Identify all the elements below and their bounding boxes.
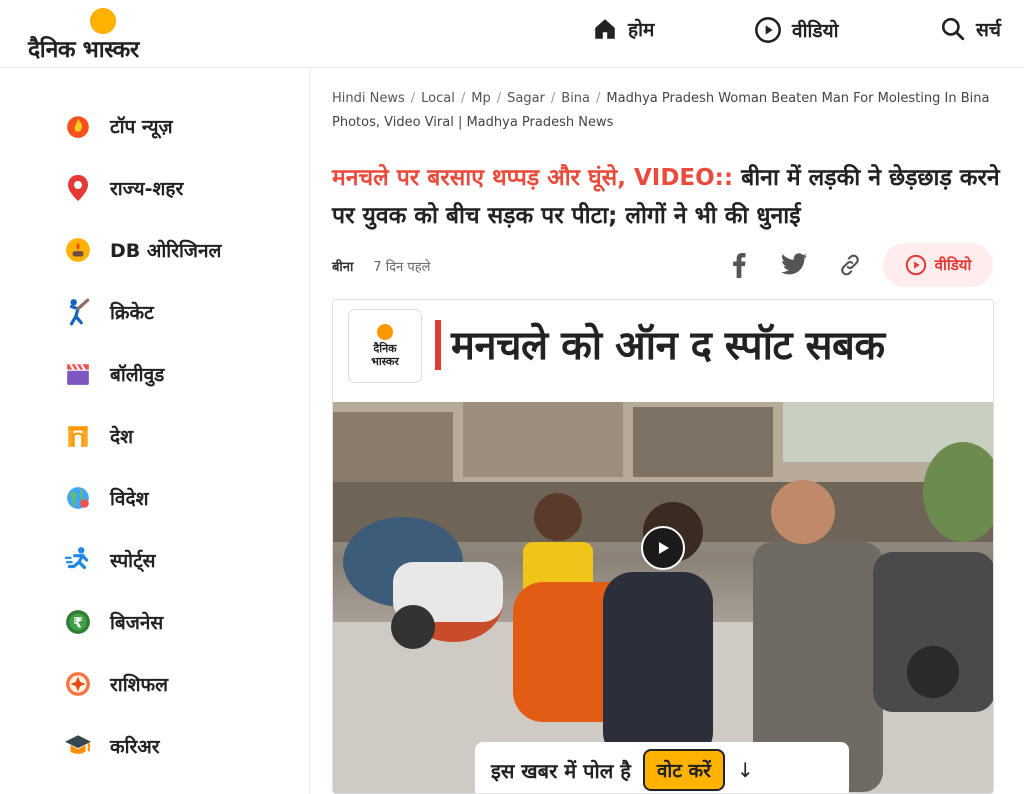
nav-search[interactable]: सर्च: [940, 16, 1001, 42]
sidebar-item-label: DB ओरिजिनल: [110, 240, 222, 262]
sidebar-item-label: राज्य-शहर: [110, 178, 184, 200]
sidebar-item-db-original[interactable]: DB ओरिजिनल: [64, 230, 221, 270]
banner-accent-bar: [435, 320, 441, 370]
cricket-icon: [64, 298, 92, 326]
poll-prompt: इस खबर में पोल है वोट करें ↓: [475, 742, 849, 793]
twitter-icon: [781, 253, 807, 275]
search-icon: [941, 17, 965, 41]
graduation-cap-icon: [64, 732, 92, 760]
street-scene-image: [333, 402, 993, 793]
video-logo-text-2: भास्कर: [371, 355, 399, 368]
breadcrumb-link-hindi-news[interactable]: Hindi News: [332, 91, 405, 106]
india-gate-icon: [64, 422, 92, 450]
article-location: बीना: [332, 260, 354, 275]
sidebar-item-top-news[interactable]: टॉप न्यूज़: [64, 106, 173, 146]
headline-highlight: मनचले पर बरसाए थप्पड़ और घूंसे, VIDEO::: [332, 165, 734, 191]
link-icon: [841, 254, 859, 276]
video-thumbnail[interactable]: इस खबर में पोल है वोट करें ↓: [333, 402, 993, 793]
breadcrumb-link-local[interactable]: Local: [421, 91, 455, 106]
article-time: 7 दिन पहले: [373, 260, 431, 275]
play-icon: [659, 542, 669, 554]
nav-home-label: होम: [628, 19, 655, 41]
sidebar-item-horoscope[interactable]: राशिफल: [64, 664, 168, 704]
sidebar-item-label: राशिफल: [110, 674, 169, 696]
sidebar-item-label: क्रिकेट: [110, 302, 154, 324]
facebook-share-button[interactable]: [729, 252, 749, 278]
nav-video[interactable]: वीडियो: [754, 16, 839, 44]
logo-text: दैनिक भास्कर: [28, 37, 139, 63]
diya-icon: [64, 236, 92, 264]
sidebar-item-label: विदेश: [110, 488, 149, 510]
sidebar-item-label: बिजनेस: [110, 612, 164, 634]
arrow-down-icon: ↓: [736, 758, 754, 782]
twitter-share-button[interactable]: [781, 252, 807, 276]
sidebar-item-country[interactable]: देश: [64, 416, 133, 456]
dainik-bhaskar-logo[interactable]: दैनिक भास्कर: [26, 6, 186, 63]
top-header: दैनिक भास्कर होम वीडियो सर्च: [0, 0, 1024, 68]
breadcrumb-link-bina[interactable]: Bina: [561, 91, 590, 106]
svg-text:₹: ₹: [73, 615, 83, 631]
sidebar-item-label: देश: [110, 426, 134, 448]
breadcrumb-link-sagar[interactable]: Sagar: [507, 91, 545, 106]
article-main: Hindi News / Local / Mp / Sagar / Bina / Madhya Pr…: [311, 69, 1024, 794]
video-player[interactable]: दैनिक भास्कर मनचले को ऑन द स्पॉट सबक इस …: [332, 299, 994, 794]
article-meta: बीना 7 दिन पहले: [332, 257, 431, 275]
zodiac-icon: [64, 670, 92, 698]
sidebar-item-label: बॉलीवुड: [110, 364, 165, 386]
vote-button[interactable]: वोट करें: [642, 749, 725, 791]
facebook-icon: [733, 252, 746, 278]
nav-home[interactable]: होम: [592, 16, 654, 42]
rupee-icon: ₹: [64, 608, 92, 636]
sidebar-item-bollywood[interactable]: बॉलीवुड: [64, 354, 164, 394]
flame-icon: [64, 112, 92, 140]
video-title-banner: दैनिक भास्कर मनचले को ऑन द स्पॉट सबक: [333, 300, 993, 402]
watch-video-button[interactable]: वीडियो: [883, 243, 993, 287]
article-headline: मनचले पर बरसाए थप्पड़ और घूंसे, VIDEO:: …: [332, 159, 1004, 235]
play-circle-icon: [905, 254, 926, 276]
video-logo-text-1: दैनिक: [373, 342, 397, 355]
sidebar-item-label: करिअर: [110, 736, 160, 758]
sun-logo-icon: [377, 324, 393, 340]
sidebar-item-cricket[interactable]: क्रिकेट: [64, 292, 154, 332]
video-play-button[interactable]: [641, 526, 685, 570]
sidebar-item-label: स्पोर्ट्स: [110, 550, 156, 572]
sidebar-item-state-city[interactable]: राज्य-शहर: [64, 168, 183, 208]
poll-question: इस खबर में पोल है: [491, 758, 631, 783]
sidebar-item-business[interactable]: ₹ बिजनेस: [64, 602, 163, 642]
sidebar-item-world[interactable]: विदेश: [64, 478, 149, 518]
nav-search-label: सर्च: [976, 19, 1001, 41]
breadcrumb: Hindi News / Local / Mp / Sagar / Bina / Madhya Pr…: [332, 91, 990, 130]
copy-link-button[interactable]: [837, 252, 863, 278]
clapperboard-icon: [64, 360, 92, 388]
breadcrumb-link-mp[interactable]: Mp: [471, 91, 490, 106]
location-pin-icon: [64, 174, 92, 202]
sun-logo-icon: [90, 8, 116, 34]
watch-video-label: वीडियो: [934, 256, 972, 274]
globe-icon: [64, 484, 92, 512]
play-circle-icon: [755, 17, 781, 43]
sidebar-item-sports[interactable]: स्पोर्ट्स: [64, 540, 156, 580]
sidebar: टॉप न्यूज़ राज्य-शहर DB ओरिजिनल क्रिकेट …: [0, 69, 310, 794]
sidebar-item-label: टॉप न्यूज़: [110, 116, 173, 138]
home-icon: [595, 19, 615, 39]
nav-video-label: वीडियो: [792, 20, 839, 42]
sidebar-item-career[interactable]: करिअर: [64, 726, 160, 766]
runner-icon: [64, 546, 92, 574]
video-logo: दैनिक भास्कर: [349, 310, 421, 382]
video-banner-title: मनचले को ऑन द स्पॉट सबक: [451, 323, 885, 369]
